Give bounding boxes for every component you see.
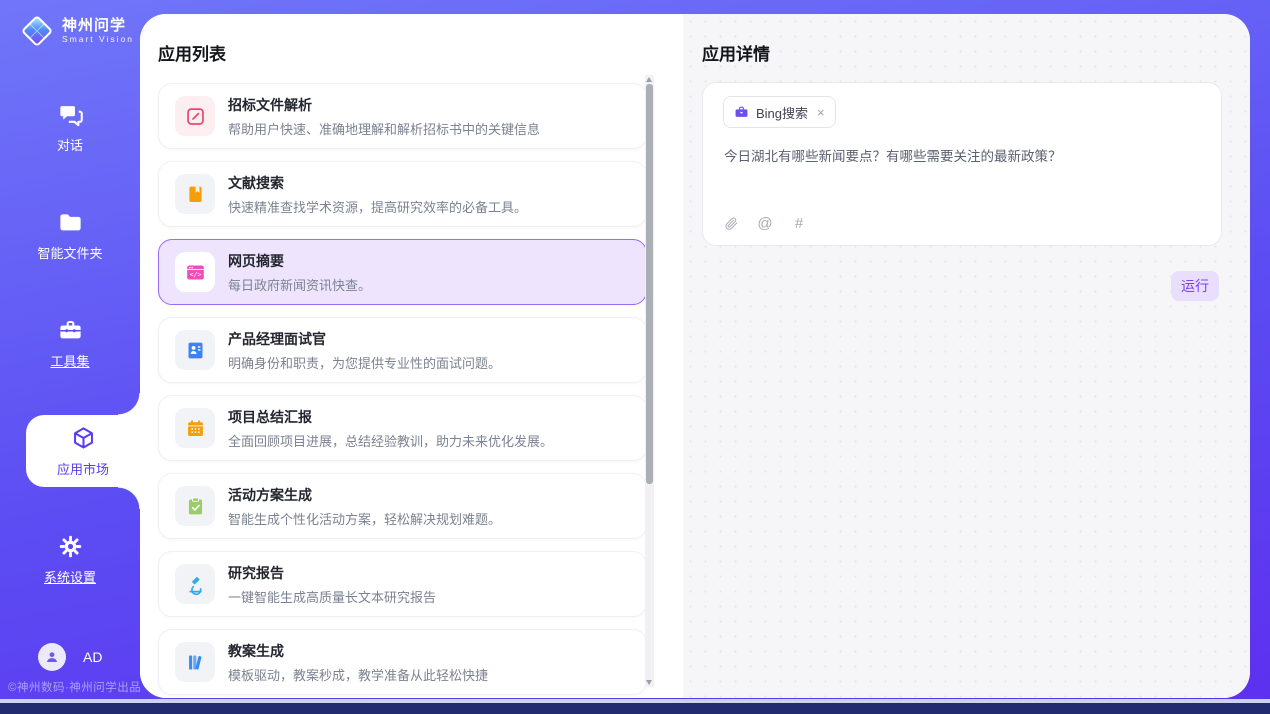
chat-icon [57, 101, 84, 128]
sidebar-item-label: 对话 [57, 135, 83, 154]
main-panel: 应用列表 招标文件解析 帮助用户快速、准确地理解和解析招标书中的关键信息 文献搜… [140, 14, 1250, 698]
scrollbar-thumb[interactable] [646, 84, 653, 484]
app-card-title: 项目总结汇报 [228, 407, 553, 427]
app-list-pane: 应用列表 招标文件解析 帮助用户快速、准确地理解和解析招标书中的关键信息 文献搜… [140, 14, 683, 698]
app-card-event-plan-generator[interactable]: 活动方案生成 智能生成个性化活动方案，轻松解决规划难题。 [158, 473, 647, 539]
calendar-icon [175, 408, 215, 448]
edit-square-icon [175, 96, 215, 136]
sidebar: 神州问学 Smart Vision 对话 智能文件夹 工具集 应用市场 系统设置 [0, 0, 140, 707]
sidebar-item-system-settings[interactable]: 系统设置 [0, 523, 140, 595]
tool-tag-bing-search[interactable]: Bing搜索 × [723, 96, 836, 128]
app-card-title: 文献搜索 [228, 173, 527, 193]
app-card-title: 活动方案生成 [228, 485, 501, 505]
tool-tag-label: Bing搜索 [756, 103, 808, 122]
toolbox-icon [57, 317, 84, 344]
sidebar-nav: 对话 智能文件夹 工具集 应用市场 系统设置 [0, 91, 140, 631]
briefcase-icon [734, 105, 749, 120]
sidebar-item-app-market[interactable]: 应用市场 [26, 415, 140, 487]
user-name: AD [83, 649, 102, 665]
app-list-title: 应用列表 [158, 40, 226, 65]
app-card-description: 全面回顾项目进展，总结经验教训，助力未来优化发展。 [228, 431, 553, 450]
gear-icon [57, 533, 84, 560]
resume-icon [175, 330, 215, 370]
sidebar-item-toolset[interactable]: 工具集 [0, 307, 140, 379]
sidebar-item-chat[interactable]: 对话 [0, 91, 140, 163]
sidebar-item-label: 工具集 [50, 351, 89, 370]
app-card-description: 明确身份和职责，为您提供专业性的面试问题。 [228, 353, 501, 372]
app-card-title: 教案生成 [228, 641, 488, 661]
svg-text:</>: </> [189, 270, 201, 278]
app-card-description: 快速精准查找学术资源，提高研究效率的必备工具。 [228, 197, 527, 216]
diamond-logo-icon [20, 14, 54, 48]
books-icon [175, 642, 215, 682]
sidebar-item-label: 系统设置 [44, 567, 96, 586]
sidebar-item-smart-folders[interactable]: 智能文件夹 [0, 199, 140, 271]
book-icon [175, 174, 215, 214]
app-card-web-summary[interactable]: </> 网页摘要 每日政府新闻资讯快查。 [158, 239, 647, 305]
app-card-description: 帮助用户快速、准确地理解和解析招标书中的关键信息 [228, 119, 540, 138]
app-card-project-summary-report[interactable]: 项目总结汇报 全面回顾项目进展，总结经验教训，助力未来优化发展。 [158, 395, 647, 461]
app-card-title: 网页摘要 [228, 251, 371, 271]
prompt-input[interactable]: 今日湖北有哪些新闻要点？有哪些需要关注的最新政策？ [724, 147, 1201, 167]
app-card-literature-search[interactable]: 文献搜索 快速精准查找学术资源，提高研究效率的必备工具。 [158, 161, 647, 227]
hash-button[interactable]: # [790, 214, 808, 232]
user-row[interactable]: AD [38, 643, 102, 671]
run-button[interactable]: 运行 [1171, 271, 1219, 301]
app-card-title: 研究报告 [228, 563, 436, 583]
avatar[interactable] [38, 643, 66, 671]
window-bottom-bar [0, 703, 1270, 714]
clipboard-check-icon [175, 486, 215, 526]
app-card-description: 一键智能生成高质量长文本研究报告 [228, 587, 436, 606]
app-card-description: 模板驱动，教案秒成，教学准备从此轻松快捷 [228, 665, 488, 684]
at-button[interactable]: @ [756, 214, 774, 232]
browser-code-icon: </> [175, 252, 215, 292]
app-card-list: 招标文件解析 帮助用户快速、准确地理解和解析招标书中的关键信息 文献搜索 快速精… [158, 83, 647, 698]
app-card-title: 招标文件解析 [228, 95, 540, 115]
paperclip-icon [724, 216, 739, 231]
sidebar-item-label: 应用市场 [57, 459, 109, 478]
brand-subtitle: Smart Vision [62, 35, 134, 45]
attachment-toolbar: @ # [722, 214, 808, 232]
app-detail-title: 应用详情 [702, 40, 770, 65]
app-card-lesson-plan-generator[interactable]: 教案生成 模板驱动，教案秒成，教学准备从此轻松快捷 [158, 629, 647, 695]
list-scrollbar[interactable] [645, 75, 654, 687]
scrollbar-up-arrow-icon[interactable] [646, 77, 652, 82]
cube-icon [70, 425, 97, 452]
app-card-tender-doc-analysis[interactable]: 招标文件解析 帮助用户快速、准确地理解和解析招标书中的关键信息 [158, 83, 647, 149]
paperclip-button[interactable] [722, 214, 740, 232]
app-card-title: 产品经理面试官 [228, 329, 501, 349]
copyright: ©神州数码·神州问学出品 [8, 679, 141, 695]
app-card-pm-interviewer[interactable]: 产品经理面试官 明确身份和职责，为您提供专业性的面试问题。 [158, 317, 647, 383]
prompt-card: Bing搜索 × 今日湖北有哪些新闻要点？有哪些需要关注的最新政策？ @ # [702, 82, 1222, 246]
app-card-description: 每日政府新闻资讯快查。 [228, 275, 371, 294]
brand-name: 神州问学 [62, 17, 134, 34]
scrollbar-down-arrow-icon[interactable] [646, 680, 652, 685]
sidebar-item-label: 智能文件夹 [37, 243, 102, 262]
app-card-description: 智能生成个性化活动方案，轻松解决规划难题。 [228, 509, 501, 528]
app-card-research-report[interactable]: 研究报告 一键智能生成高质量长文本研究报告 [158, 551, 647, 617]
tag-close-icon[interactable]: × [817, 105, 825, 120]
at-icon: @ [757, 215, 772, 232]
hash-icon: # [795, 215, 803, 232]
app-detail-pane: 应用详情 Bing搜索 × 今日湖北有哪些新闻要点？有哪些需要关注的最新政策？ … [683, 14, 1250, 698]
folder-icon [57, 209, 84, 236]
brand-logo: 神州问学 Smart Vision [20, 14, 134, 48]
microscope-icon [175, 564, 215, 604]
